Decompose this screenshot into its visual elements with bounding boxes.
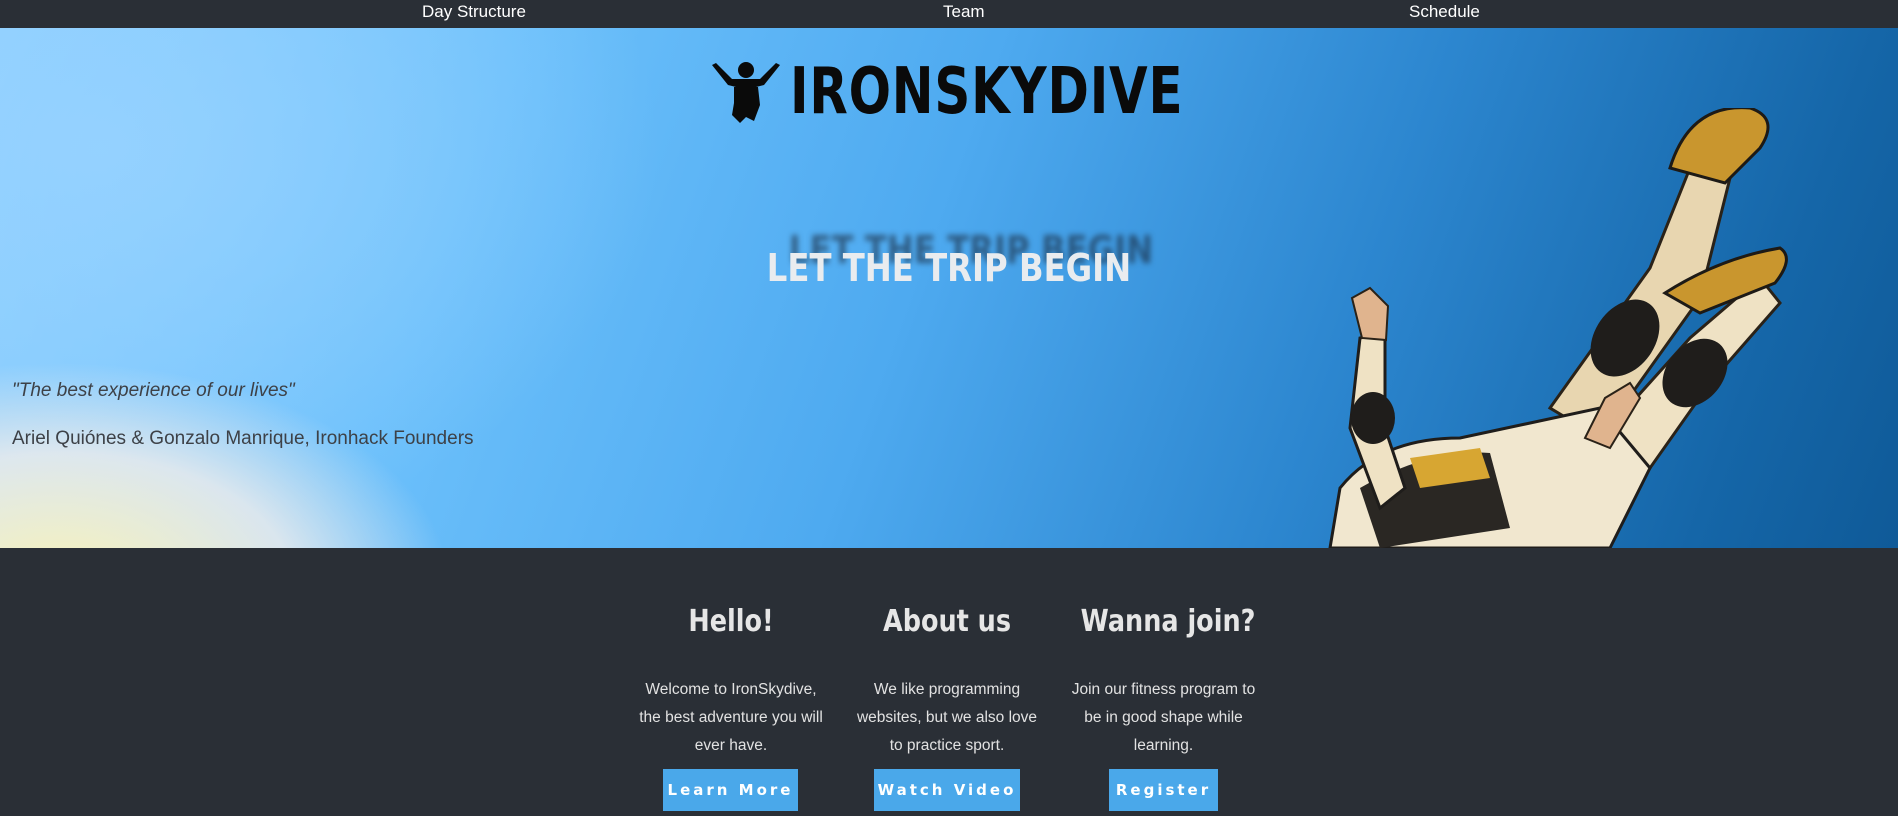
nav-link-team[interactable]: Team: [943, 2, 985, 22]
features-section: Hello! Welcome to IronSkydive, the best …: [0, 548, 1898, 816]
skydiver-icon: [712, 62, 780, 123]
nav-link-schedule[interactable]: Schedule: [1409, 2, 1480, 22]
hero-headline: LET THE TRIP BEGIN: [766, 246, 1132, 290]
feature-text: Welcome to IronSkydive, the best adventu…: [639, 681, 823, 754]
register-button[interactable]: Register: [1109, 769, 1218, 811]
skydiver-photo: [1328, 108, 1788, 548]
feature-text: Join our fitness program to be in good s…: [1071, 681, 1256, 754]
site-logo[interactable]: IRONSKYDIVE: [710, 58, 1294, 126]
hero-banner: IRONSKYDIVE LET THE TRIP BEGIN LET THE T…: [0, 28, 1898, 548]
feature-title: Wanna join?: [1080, 604, 1256, 639]
feature-text: We like programming websites, but we als…: [856, 681, 1038, 754]
learn-more-button[interactable]: Learn More: [663, 769, 798, 811]
testimonial-author: Ariel Quiónes & Gonzalo Manrique, Ironha…: [12, 428, 474, 449]
watch-video-button[interactable]: Watch Video: [874, 769, 1020, 811]
top-navigation: Day Structure Team Schedule: [0, 0, 1898, 28]
testimonial-quote: "The best experience of our lives": [12, 380, 295, 401]
logo-text: IRONSKYDIVE: [790, 55, 1184, 129]
feature-title: About us: [882, 604, 1012, 639]
nav-link-day-structure[interactable]: Day Structure: [422, 2, 526, 22]
feature-title: Hello!: [688, 604, 774, 639]
